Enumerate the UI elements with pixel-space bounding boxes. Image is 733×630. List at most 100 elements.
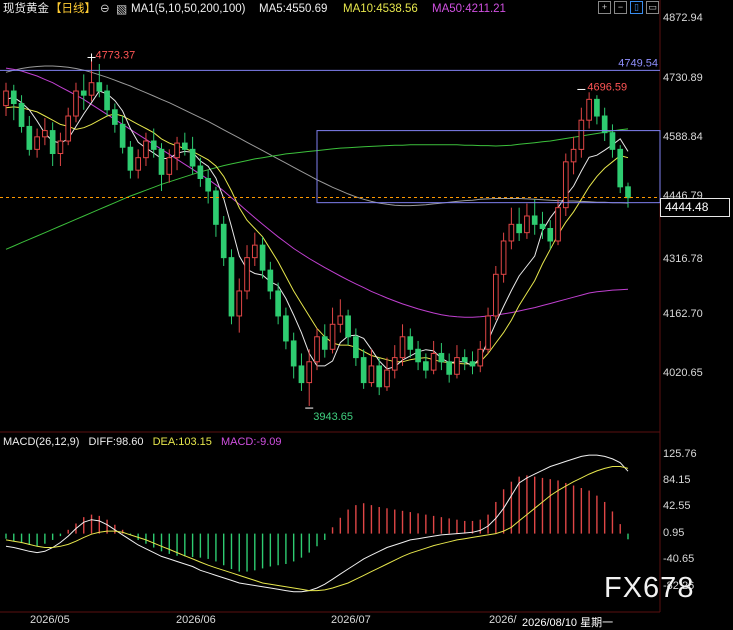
price-tick: 4316.78	[663, 253, 703, 265]
date-tick: 2026/05	[30, 614, 70, 626]
candle-up	[586, 92, 592, 129]
candle-down	[220, 215, 227, 266]
candle-body	[10, 90, 17, 105]
settings-circle-icon[interactable]: ⊖	[100, 0, 110, 18]
candle-body	[469, 361, 476, 367]
candle-body	[477, 348, 484, 367]
candle-up	[143, 132, 149, 167]
candle-up	[524, 203, 530, 239]
candle-body	[485, 315, 491, 350]
candle-down	[228, 249, 235, 325]
ma5-value: MA5:4550.69	[259, 3, 328, 15]
macd-title: MACD(26,12,9)	[3, 436, 80, 448]
candle-down	[516, 207, 522, 241]
candle-body	[228, 257, 235, 317]
candle-body	[80, 90, 87, 96]
date-tick: 2026/	[489, 614, 517, 626]
candle-body	[368, 365, 375, 384]
price-tick: 4020.65	[663, 367, 703, 379]
candle-up	[485, 307, 491, 354]
candle-body	[524, 215, 530, 234]
candle-body	[119, 123, 126, 148]
plus-icon[interactable]: +	[598, 1, 611, 14]
candle-body	[399, 336, 406, 359]
candle-down	[407, 328, 414, 358]
candle-up	[570, 136, 577, 175]
candle-down	[104, 84, 110, 117]
candle-down	[446, 353, 453, 383]
candle-up	[42, 118, 48, 146]
watermark-logo: FX678	[604, 572, 695, 604]
candle-body	[275, 290, 281, 317]
candle-body	[18, 103, 25, 127]
candle-up	[88, 60, 95, 102]
price-tick: 4162.70	[663, 308, 703, 320]
candle-down	[213, 186, 219, 237]
period-label[interactable]: 【日线】	[50, 0, 96, 18]
candle-body	[570, 148, 577, 163]
chart-type-icon[interactable]: ▧	[116, 0, 127, 18]
low-label: 3943.65	[313, 411, 353, 423]
candle-down	[96, 63, 103, 98]
candle-body	[88, 82, 95, 96]
candle-body	[555, 207, 561, 242]
candle-body	[96, 82, 103, 92]
candle-body	[65, 115, 72, 142]
candle-body	[430, 352, 437, 371]
ma50-value: MA50:4211.21	[432, 3, 506, 15]
date-tick: 2026/07	[331, 614, 371, 626]
candle-body	[337, 315, 344, 325]
recent-high-label: 4696.59	[587, 81, 627, 93]
candle-body	[213, 190, 219, 225]
candle-body	[26, 125, 33, 150]
candle-body	[329, 323, 336, 350]
candle-body	[415, 348, 421, 363]
ma-indicator-label: MA1(5,10,50,200,100)	[131, 3, 246, 15]
candle-down	[625, 182, 631, 208]
candle-up	[166, 149, 173, 183]
candle-body	[290, 340, 297, 367]
candle-body	[259, 244, 266, 271]
candle-down	[112, 103, 118, 133]
candle-body	[158, 148, 165, 175]
collapse-icon[interactable]: ▭	[646, 1, 659, 14]
instrument-name: 现货黄金	[3, 3, 49, 15]
ma10-value: MA10:4538.56	[343, 3, 418, 15]
candle-body	[360, 357, 367, 384]
candle-body	[251, 244, 258, 259]
candle-body	[508, 223, 515, 242]
candle-body	[539, 223, 546, 229]
candle-body	[594, 98, 600, 117]
candle-body	[407, 336, 414, 350]
candle-up	[555, 199, 561, 246]
candle-down	[345, 309, 351, 346]
candlestick-chart[interactable]: 4773.37 4696.59 3943.65 4749.54	[0, 0, 733, 627]
candle-down	[353, 328, 359, 366]
candle-body	[321, 336, 328, 350]
candle-body	[34, 136, 40, 150]
candle-body	[353, 336, 359, 359]
candle-down	[49, 122, 56, 167]
candle-body	[461, 357, 468, 363]
current-price-tag: 4444.48	[660, 198, 730, 217]
candle-body	[376, 365, 383, 388]
candle-down	[298, 353, 305, 391]
candle-up	[306, 349, 313, 406]
candle-up	[135, 149, 142, 179]
candle-up	[500, 232, 507, 283]
candle-down	[26, 116, 33, 156]
price-tick: 4730.89	[663, 72, 703, 84]
candle-body	[617, 148, 624, 188]
expand-icon[interactable]: ▯	[630, 1, 643, 14]
candle-body	[236, 290, 243, 317]
candle-down	[601, 107, 608, 142]
minus-icon[interactable]: −	[614, 1, 627, 14]
candle-up	[384, 357, 390, 391]
candle-body	[127, 146, 134, 171]
candle-up	[65, 107, 72, 146]
price-tick: 4872.94	[663, 12, 703, 24]
macd-tick: 42.55	[663, 500, 691, 512]
candle-body	[3, 90, 9, 107]
candle-down	[127, 141, 134, 179]
candle-body	[438, 352, 445, 363]
